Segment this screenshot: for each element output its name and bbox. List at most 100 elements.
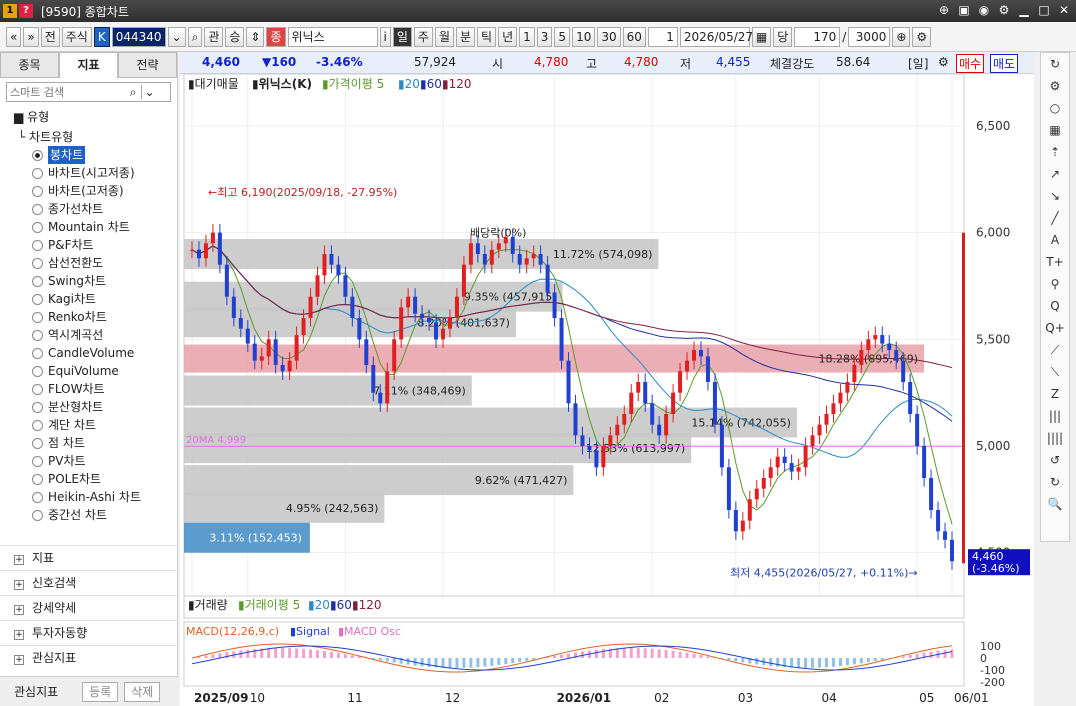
fav-delete-button[interactable]: 삭제 [124,681,161,702]
stock-code-input[interactable]: 044340 [111,26,166,47]
radio-icon[interactable] [32,239,43,251]
drawing-tool-icon[interactable]: ⟍ [1041,361,1069,383]
period-week[interactable]: 주 [413,26,433,47]
radio-icon[interactable] [32,383,43,395]
chart-type-item[interactable]: FLOW차트 [18,380,177,398]
chart-type-item[interactable]: Heikin-Ashi 차트 [18,488,177,506]
drawing-tool-icon[interactable]: 🔍 [1041,493,1069,515]
radio-icon[interactable] [32,275,43,287]
chart-type-item[interactable]: 바차트(시고저종) [18,164,177,182]
drawing-tool-icon[interactable]: ↺ [1041,449,1069,471]
chart-type-item[interactable]: CandleVolume [18,344,177,362]
drawing-tool-icon[interactable]: Z [1041,383,1069,405]
radio-icon[interactable] [32,509,43,521]
search-icon[interactable]: ⌕ [187,26,203,47]
expand-button[interactable]: » [23,26,39,47]
drawing-tool-icon[interactable]: ↘ [1041,185,1069,207]
maximize-icon[interactable]: □ [1036,2,1052,18]
drawing-tool-icon[interactable]: ↻ [1041,53,1069,75]
seung-button[interactable]: 승 [225,26,245,47]
stepper-icon[interactable]: ⇕ [246,26,265,47]
dropdown-icon[interactable]: ⌄ [167,26,186,47]
chart-type-item[interactable]: 분산형차트 [18,398,177,416]
chart-type-item[interactable]: 점 차트 [18,434,177,452]
zoom-icon[interactable]: ⊕ [892,26,911,47]
drawing-tool-icon[interactable]: A [1041,229,1069,251]
chart-type-item[interactable]: Renko차트 [18,308,177,326]
drawing-tool-icon[interactable]: ⟋ [1041,339,1069,361]
radio-icon[interactable] [32,455,43,467]
section-favorite[interactable]: + 관심지표 [0,645,178,670]
chart-settings-icon[interactable]: ⚙ [912,26,932,47]
chart-type-item[interactable]: EquiVolume [18,362,177,380]
interval-30[interactable]: 30 [597,26,621,47]
drawing-tool-icon[interactable]: ⇡ [1041,141,1069,163]
buy-button[interactable]: 매수 [956,54,985,73]
gwan-button[interactable]: 관 [204,26,224,47]
pin-icon[interactable]: ⊕ [936,2,952,18]
tab-stock[interactable]: 종목 [0,52,59,78]
market-select[interactable]: 주식 [61,26,92,47]
radio-icon[interactable] [32,491,43,503]
search-icon[interactable]: ⌕ [125,85,141,100]
radio-icon[interactable] [32,221,43,233]
prev-button[interactable]: 전 [40,26,60,47]
interval-5[interactable]: 5 [554,26,571,47]
interval-1[interactable]: 1 [519,26,535,47]
drawing-tool-icon[interactable]: ╱ [1041,207,1069,229]
section-indicators[interactable]: + 지표 [0,545,178,570]
period-year[interactable]: 년 [498,26,518,47]
drawing-tool-icon[interactable]: ▦ [1041,119,1069,141]
drawing-tool-icon[interactable]: ○ [1041,97,1069,119]
close-icon[interactable]: ✕ [1056,2,1072,18]
drawing-tool-icon[interactable]: ↗ [1041,163,1069,185]
chart-type-item[interactable]: POLE차트 [18,470,177,488]
drawing-tool-icon[interactable]: T+ [1041,251,1069,273]
settings-icon[interactable]: ⚙ [996,2,1012,18]
chart-type-item[interactable]: 종가선차트 [18,200,177,218]
tab-strategy[interactable]: 전략 [118,52,177,78]
total-input[interactable]: 3000 [848,26,891,47]
period-tick[interactable]: 틱 [477,26,497,47]
price-chart[interactable]: 6,5006,0005,5005,0004,50011.72% (574,098… [180,74,1034,706]
drawing-tool-icon[interactable]: ↻ [1041,471,1069,493]
back-button[interactable]: « [6,26,22,47]
tab-indicator[interactable]: 지표 [59,52,118,78]
camera-icon[interactable]: ◉ [976,2,992,18]
drawing-tool-icon[interactable]: ⚙ [1041,75,1069,97]
smart-search-input[interactable] [7,83,125,101]
drawing-tool-icon[interactable]: ||| [1041,405,1069,427]
chart-type-item[interactable]: P&F차트 [18,236,177,254]
radio-icon[interactable] [32,347,43,359]
save-icon[interactable]: ▣ [956,2,972,18]
chart-type-item[interactable]: Mountain 차트 [18,218,177,236]
radio-icon[interactable] [32,203,43,215]
stock-name-field[interactable]: 위닉스 [287,26,378,47]
chart-type-item[interactable]: 중간선 차트 [18,506,177,524]
period-day[interactable]: 일 [392,26,412,47]
drawing-tool-icon[interactable]: Q+ [1041,317,1069,339]
interval-60[interactable]: 60 [622,26,646,47]
help-icon[interactable]: ? [19,4,33,18]
date-input[interactable]: 2026/05/27 [679,26,753,47]
chart-type-item[interactable]: 역시계곡선 [18,326,177,344]
fav-add-button[interactable]: 등록 [82,681,119,702]
drawing-tool-icon[interactable]: ⚲ [1041,273,1069,295]
period-month[interactable]: 월 [434,26,454,47]
sell-button[interactable]: 매도 [990,54,1019,73]
radio-icon[interactable] [32,473,43,485]
interval-3[interactable]: 3 [536,26,553,47]
calendar-icon[interactable]: ▦ [751,26,772,47]
chart-type-item[interactable]: Kagi차트 [18,290,177,308]
chart-type-item[interactable]: PV차트 [18,452,177,470]
radio-icon[interactable] [32,365,43,377]
radio-icon[interactable] [32,419,43,431]
section-type[interactable]: ▆ 유형 [0,106,177,128]
gear-icon[interactable]: ⚙ [938,55,949,69]
radio-icon[interactable] [32,311,43,323]
tree-group[interactable]: └ 차트유형 [18,128,177,146]
k-badge[interactable]: K [93,26,110,47]
radio-icon[interactable] [32,185,43,197]
radio-icon[interactable] [32,257,43,269]
radio-icon[interactable] [32,437,43,449]
